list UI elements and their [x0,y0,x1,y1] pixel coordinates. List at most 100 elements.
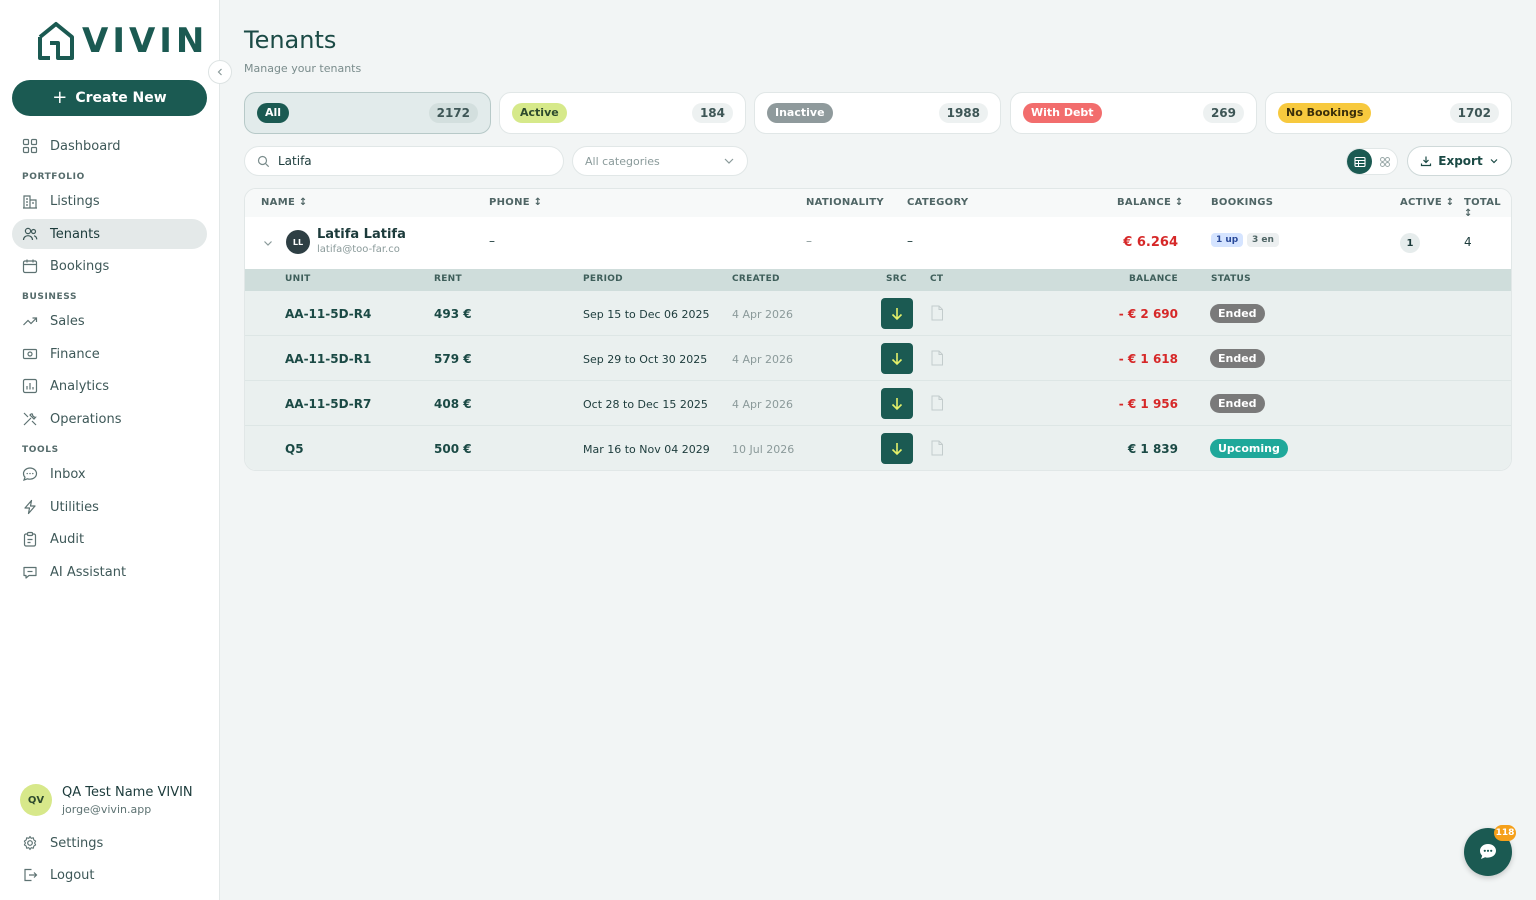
logout-link[interactable]: Logout [12,860,207,890]
logout-icon [24,868,38,882]
tenant-email: latifa@too-far.co [317,244,400,255]
column-header-name[interactable]: NAME ↕ [261,197,308,208]
filter-count: 1702 [1449,103,1499,123]
user-profile[interactable]: QV QA Test Name VIVIN jorge@vivin.app [20,784,193,816]
tenant-avatar: LL [286,230,310,254]
sidebar-item-label: Listings [50,193,100,209]
source-download-button[interactable] [881,433,913,464]
filter-no-bookings[interactable]: No Bookings 1702 [1265,92,1512,134]
category-select[interactable]: All categories [572,146,748,176]
booking-created: 4 Apr 2026 [732,353,794,366]
table-row[interactable] [245,217,1511,269]
booking-created: 10 Jul 2026 [732,443,795,456]
booking-balance: - € 2 690 [1118,307,1178,321]
brand-logo[interactable]: VIVIN [36,21,208,61]
booking-row[interactable]: Q5 500 € Mar 16 to Nov 04 2029 10 Jul 20… [245,426,1511,470]
source-download-button[interactable] [881,298,913,329]
booking-unit[interactable]: Q5 [285,442,304,456]
clipboard-icon [23,531,37,547]
booking-rent: 579 € [434,352,472,366]
search-input[interactable] [278,154,538,168]
column-header-phone[interactable]: PHONE ↕ [489,197,542,208]
users-icon [22,227,38,241]
notification-badge: 118 [1494,825,1516,841]
booking-row[interactable]: AA-11-5D-R7 408 € Oct 28 to Dec 15 2025 … [245,381,1511,426]
sidebar-item-sales[interactable]: Sales [12,306,207,336]
sidebar-item-label: Inbox [50,466,86,482]
chat-bubble-icon [1480,844,1496,859]
category-select-value: All categories [585,154,660,168]
booking-balance: € 1 839 [1127,442,1178,456]
bookings-upcoming-badge: 1 up [1211,233,1244,247]
chevron-down-icon[interactable] [262,237,274,249]
logout-label: Logout [50,867,95,883]
sidebar-item-finance[interactable]: Finance [12,339,207,369]
grid-view-button[interactable] [1372,149,1397,174]
create-new-button[interactable]: + Create New [12,80,207,116]
settings-label: Settings [50,835,104,851]
arrow-down-icon [891,397,903,410]
filter-inactive[interactable]: Inactive 1988 [754,92,1001,134]
booking-period: Sep 15 to Dec 06 2025 [583,308,710,321]
sidebar-item-label: Operations [50,411,122,427]
filter-with-debt[interactable]: With Debt 269 [1010,92,1257,134]
grid-icon [22,138,38,154]
export-button[interactable]: Export [1407,146,1512,176]
sidebar-item-analytics[interactable]: Analytics [12,371,207,401]
filter-pill: No Bookings [1278,103,1372,123]
sidebar-item-label: Dashboard [50,138,121,154]
sub-header-created: CREATED [732,274,780,284]
source-download-button[interactable] [881,388,913,419]
column-header-total[interactable]: TOTAL ↕ [1464,197,1511,219]
sidebar: VIVIN + Create New Dashboard PORTFOLIO L… [0,0,220,900]
trend-icon [23,317,38,326]
column-header-balance[interactable]: BALANCE ↕ [1117,197,1184,208]
source-download-button[interactable] [881,343,913,374]
filter-all[interactable]: All 2172 [244,92,491,134]
sidebar-item-ai-assistant[interactable]: AI Assistant [12,557,207,587]
status-badge: Upcoming [1210,439,1288,458]
booking-balance: - € 1 618 [1118,352,1178,366]
booking-unit[interactable]: AA-11-5D-R1 [285,352,371,366]
sidebar-item-listings[interactable]: Listings [12,186,207,216]
table-view-icon [1353,156,1366,167]
sidebar-item-dashboard[interactable]: Dashboard [12,131,207,161]
sub-header-status: STATUS [1211,274,1251,284]
sidebar-item-utilities[interactable]: Utilities [12,492,207,522]
bolt-icon [24,499,36,515]
booking-unit[interactable]: AA-11-5D-R4 [285,307,371,321]
status-badge: Ended [1210,349,1265,368]
booking-created: 4 Apr 2026 [732,398,794,411]
tenant-name[interactable]: Latifa Latifa [317,227,406,242]
page-subtitle: Manage your tenants [244,62,362,75]
collapse-sidebar-button[interactable] [208,60,232,84]
gear-icon [23,835,37,851]
contract-document-icon[interactable] [930,305,944,321]
column-header-active[interactable]: ACTIVE ↕ [1400,197,1454,208]
filter-pill: Active [512,103,567,123]
filter-pill: Inactive [767,103,833,123]
booking-row[interactable]: AA-11-5D-R1 579 € Sep 29 to Oct 30 2025 … [245,336,1511,381]
contract-document-icon[interactable] [930,350,944,366]
filter-active[interactable]: Active 184 [499,92,746,134]
settings-link[interactable]: Settings [12,828,207,858]
column-header-category: CATEGORY [907,197,969,208]
sidebar-item-bookings[interactable]: Bookings [12,251,207,281]
sidebar-item-inbox[interactable]: Inbox [12,459,207,489]
sidebar-item-audit[interactable]: Audit [12,524,207,554]
filter-pill: All [257,103,290,123]
contract-document-icon[interactable] [930,395,944,411]
download-icon [1421,156,1432,167]
tools-icon [23,412,37,426]
search-field[interactable] [244,146,564,176]
sidebar-item-label: Finance [50,346,100,362]
filter-count: 184 [691,103,733,123]
sidebar-item-tenants[interactable]: Tenants [12,219,207,249]
booking-row[interactable]: AA-11-5D-R4 493 € Sep 15 to Dec 06 2025 … [245,291,1511,336]
contract-document-icon[interactable] [930,440,944,456]
sidebar-item-operations[interactable]: Operations [12,404,207,434]
booking-rent: 493 € [434,307,472,321]
table-view-button[interactable] [1347,149,1372,174]
booking-unit[interactable]: AA-11-5D-R7 [285,397,371,411]
sidebar-item-label: Analytics [50,378,110,394]
